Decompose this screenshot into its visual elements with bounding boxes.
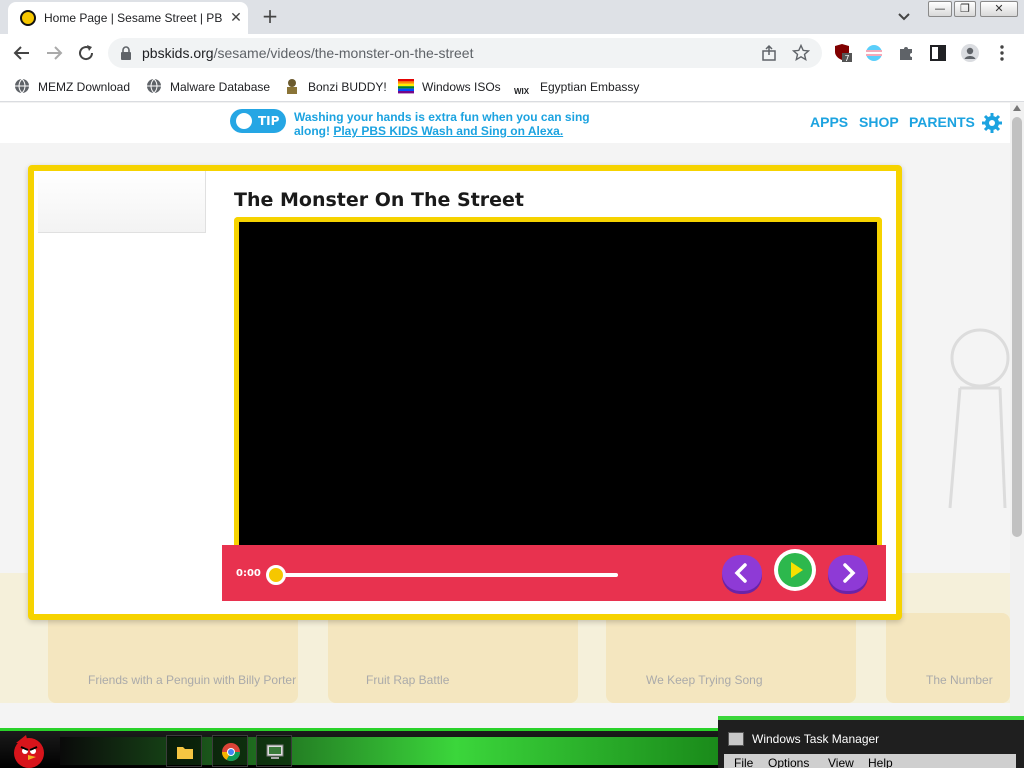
bookmark-bonzi-buddy[interactable]: Bonzi BUDDY! (284, 77, 387, 97)
url-domain: pbskids.org (142, 45, 214, 61)
forward-arrow-icon[interactable] (42, 41, 66, 65)
progress-scrubber[interactable] (266, 565, 286, 585)
chrome-icon (222, 743, 240, 762)
site-header: TIP Washing your hands is extra fun when… (0, 103, 1010, 143)
task-manager-title: Windows Task Manager (752, 732, 880, 746)
tip-link[interactable]: Play PBS KIDS Wash and Sing on Alexa. (333, 124, 563, 138)
address-bar[interactable]: pbskids.org/sesame/videos/the-monster-on… (108, 38, 822, 68)
side-panel-icon[interactable] (928, 43, 948, 63)
video-title: The Monster On The Street (234, 189, 525, 211)
bookmark-label: Malware Database (170, 80, 271, 94)
taskbar-taskmgr-button[interactable] (256, 735, 292, 767)
back-arrow-icon[interactable] (10, 41, 34, 65)
url-text[interactable]: pbskids.org/sesame/videos/the-monster-on… (142, 45, 473, 61)
puzzle-extensions-icon[interactable] (896, 43, 916, 63)
profile-avatar-icon[interactable] (960, 43, 980, 63)
window-close-button[interactable]: ✕ (980, 1, 1018, 17)
tip-message: Washing your hands is extra fun when you… (294, 110, 624, 138)
bookmark-label: MEMZ Download (38, 80, 131, 94)
bookmark-star-icon[interactable] (792, 44, 810, 62)
background-video-card[interactable] (606, 613, 856, 703)
background-video-card[interactable] (328, 613, 578, 703)
bookmark-label: Bonzi BUDDY! (308, 80, 387, 94)
menu-file[interactable]: File (734, 756, 753, 768)
globe-icon (15, 78, 29, 94)
background-card-label: Friends with a Penguin with Billy Porter (88, 673, 297, 687)
tab-close-icon[interactable]: ✕ (228, 10, 244, 26)
taskbar-chrome-button[interactable] (212, 735, 248, 767)
chrome-menu-icon[interactable] (992, 43, 1012, 63)
progress-track[interactable] (274, 573, 618, 577)
window-maximize-button[interactable]: ❐ (954, 1, 976, 17)
extension-badge-count: 7 (844, 54, 849, 63)
bookmark-egyptian-embassy[interactable]: WIX Egyptian Embassy (514, 77, 639, 97)
play-icon (791, 562, 803, 578)
background-video-card[interactable] (48, 613, 298, 703)
tab-title: Home Page | Sesame Street | PBS (44, 11, 222, 25)
nav-parents-link[interactable]: PARENTS (909, 114, 975, 130)
rainbow-icon (398, 79, 414, 94)
nav-shop-link[interactable]: SHOP (859, 114, 899, 130)
folder-icon (177, 747, 193, 759)
menu-help[interactable]: Help (868, 756, 893, 768)
window-minimize-button[interactable]: — (928, 1, 952, 17)
play-circle (778, 553, 812, 587)
bookmarks-bar: MEMZ Download Malware Database Bonzi BUD… (0, 72, 1024, 102)
tip-badge: TIP (230, 109, 286, 133)
background-character-illustration (948, 328, 1010, 509)
browser-tab-active[interactable]: Home Page | Sesame Street | PBS ✕ (8, 2, 248, 34)
nav-apps-link[interactable]: APPS (810, 114, 848, 130)
bookmark-label: Egyptian Embassy (540, 80, 640, 94)
new-tab-button[interactable]: + (260, 6, 280, 27)
bookmark-malware-database[interactable]: Malware Database (146, 77, 270, 97)
bookmark-memz-download[interactable]: MEMZ Download (14, 77, 130, 97)
background-card-label: The Number (926, 673, 993, 687)
share-icon[interactable] (760, 44, 778, 62)
task-manager-icon (266, 744, 284, 759)
globe-icon (147, 78, 161, 94)
browser-toolbar: pbskids.org/sesame/videos/the-monster-on… (0, 34, 1024, 72)
background-card-label: Fruit Rap Battle (366, 673, 450, 687)
lightbulb-icon (236, 113, 252, 129)
flag-extension-icon[interactable] (864, 43, 884, 63)
play-button[interactable] (774, 549, 816, 591)
next-video-button[interactable] (828, 555, 868, 591)
scrollbar-thumb[interactable] (1012, 117, 1022, 537)
modal-side-panel (38, 171, 206, 233)
gear-icon[interactable] (982, 113, 1002, 133)
player-control-bar: 0:00 (222, 545, 886, 601)
taskbar-decoration (60, 737, 720, 765)
bookmark-windows-isos[interactable]: Windows ISOs (398, 77, 501, 97)
video-time: 0:00 (236, 568, 261, 579)
tip-badge-label: TIP (258, 114, 280, 128)
page-viewport: Friends with a Penguin with Billy Porter… (0, 103, 1010, 728)
taskbar-explorer-button[interactable] (166, 735, 202, 767)
tab-search-chevron-icon[interactable] (896, 10, 912, 24)
task-manager-icon (728, 732, 744, 746)
background-video-card[interactable] (886, 613, 1010, 703)
task-manager-window[interactable]: Windows Task Manager File Options View H… (718, 716, 1024, 768)
chevron-right-icon (843, 563, 856, 583)
previous-video-button[interactable] (722, 555, 762, 591)
pbs-favicon-icon (20, 10, 36, 26)
ublock-extension-icon[interactable]: 7 (834, 43, 854, 63)
url-path: /sesame/videos/the-monster-on-the-street (213, 45, 474, 61)
chevron-left-icon (734, 563, 747, 583)
bonzi-icon (287, 79, 297, 94)
video-player[interactable] (234, 217, 882, 551)
scroll-up-arrow-icon[interactable] (1013, 105, 1021, 111)
video-modal: The Monster On The Street 0:00 (28, 165, 902, 620)
wix-icon: WIX (514, 87, 530, 96)
task-manager-menubar: File Options View Help (724, 754, 1016, 768)
lock-icon[interactable] (120, 46, 132, 60)
menu-options[interactable]: Options (768, 756, 809, 768)
browser-tab-strip: Home Page | Sesame Street | PBS ✕ + — ❐ … (0, 0, 1024, 34)
bookmark-label: Windows ISOs (422, 80, 501, 94)
background-card-label: We Keep Trying Song (646, 673, 763, 687)
angry-bird-start-icon[interactable] (6, 731, 52, 768)
reload-icon[interactable] (74, 41, 98, 65)
menu-view[interactable]: View (828, 756, 854, 768)
page-scrollbar[interactable] (1010, 103, 1024, 728)
